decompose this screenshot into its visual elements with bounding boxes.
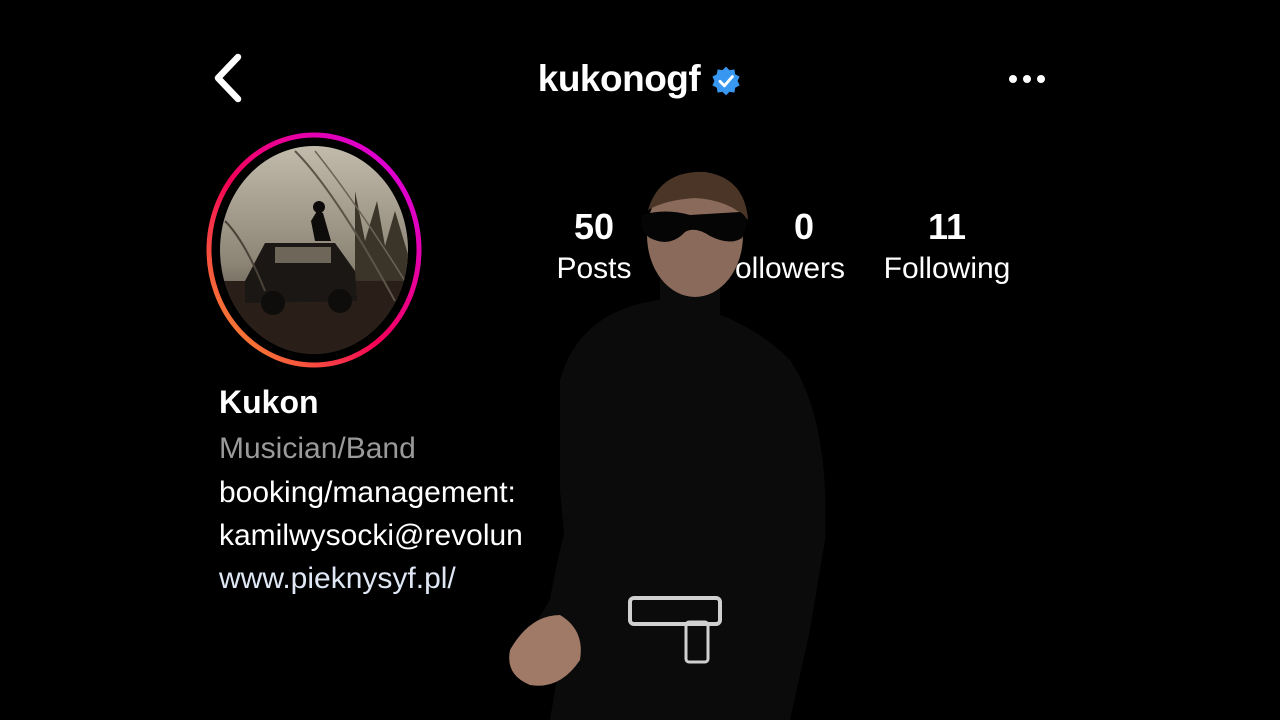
following-count: 11	[927, 206, 967, 247]
following-stat[interactable]: 11 Following	[864, 205, 1030, 289]
verified-badge-icon	[712, 66, 740, 96]
more-horizontal-icon	[1009, 75, 1045, 83]
person-overlay	[509, 171, 826, 720]
more-options-button[interactable]	[998, 58, 1056, 100]
avatar-photo	[206, 132, 422, 368]
avatar[interactable]	[205, 131, 423, 369]
username: kukonogf	[537, 58, 701, 99]
profile-header-title: kukonogf	[0, 52, 1280, 106]
following-label: Following	[883, 252, 1011, 285]
